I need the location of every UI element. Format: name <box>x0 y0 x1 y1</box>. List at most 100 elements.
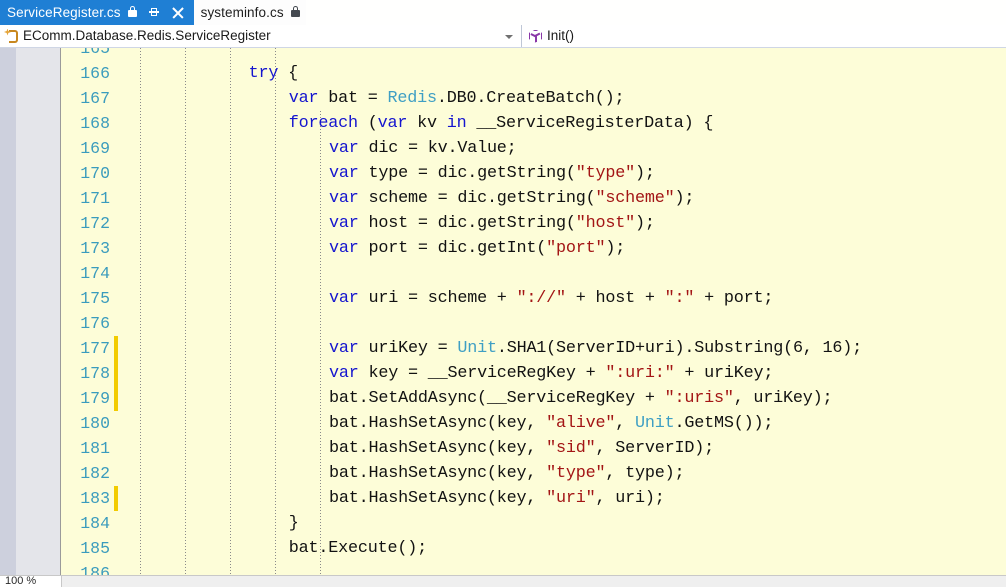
code-token: "uri" <box>546 489 596 508</box>
code-token: "type" <box>546 464 606 483</box>
line-number: 185 <box>80 539 110 558</box>
line-number: 178 <box>80 364 110 383</box>
line-number: 167 <box>80 89 110 108</box>
code-line[interactable]: 169 var dic = kv.Value; <box>0 136 1006 161</box>
code-line[interactable]: 176 <box>0 311 1006 336</box>
code-token: , <box>615 414 635 433</box>
code-line-text: var type = dic.getString("type"); <box>329 161 655 186</box>
change-marker <box>114 336 118 361</box>
code-token: Unit <box>457 339 497 358</box>
code-token: "port" <box>546 239 606 258</box>
code-line[interactable]: 184} <box>0 511 1006 536</box>
code-token: var <box>288 89 319 108</box>
code-line-text: try { <box>249 61 299 86</box>
line-number: 183 <box>80 489 110 508</box>
code-token: Unit <box>635 414 675 433</box>
tab-systeminfo[interactable]: systeminfo.cs <box>193 0 306 25</box>
code-token: var <box>329 339 359 358</box>
code-token: var <box>329 139 359 158</box>
code-token: bat = <box>318 89 388 108</box>
code-line[interactable]: 165 <box>0 48 1006 61</box>
line-number: 168 <box>80 114 110 133</box>
change-marker <box>114 486 118 511</box>
code-token: bat.HashSetAsync(key, <box>329 464 547 483</box>
tab-service-register[interactable]: ServiceRegister.cs <box>0 0 194 25</box>
code-token: uri = scheme + <box>358 289 517 308</box>
code-token: ); <box>674 189 695 208</box>
code-line[interactable]: 174 <box>0 261 1006 286</box>
method-icon <box>528 29 543 44</box>
code-line-text: var key = __ServiceRegKey + ":uri:" + ur… <box>329 361 773 386</box>
code-line[interactable]: 166 try { <box>0 61 1006 86</box>
line-number: 184 <box>80 514 110 533</box>
code-token: in <box>446 114 467 133</box>
code-token: .GetMS()); <box>674 414 774 433</box>
code-line[interactable]: 180 bat.HashSetAsync(key, "alive", Unit.G… <box>0 411 1006 436</box>
code-token: ); <box>635 164 655 183</box>
code-token: var <box>329 189 359 208</box>
code-token: bat.HashSetAsync(key, <box>329 414 547 433</box>
code-line[interactable]: 177 var uriKey = Unit.SHA1(ServerID+uri).… <box>0 336 1006 361</box>
code-line-text: var host = dic.getString("host"); <box>329 211 655 236</box>
line-number: 170 <box>80 164 110 183</box>
zoom-level-label: 100 % <box>5 575 37 587</box>
code-line[interactable]: 168 foreach (var kv in __ServiceRegisterD… <box>0 111 1006 136</box>
code-token: var <box>329 364 359 383</box>
class-selector-dropdown[interactable]: EComm.Database.Redis.ServiceRegister <box>0 25 522 47</box>
pin-icon[interactable] <box>147 6 160 19</box>
code-token: { <box>278 64 298 83</box>
code-line-text: var bat = Redis.DB0.CreateBatch(); <box>289 86 625 111</box>
code-line-text: bat.HashSetAsync(key, "type", type); <box>329 461 685 486</box>
code-line-text: bat.HashSetAsync(key, "alive", Unit.GetM… <box>329 411 773 436</box>
code-line[interactable]: 186 <box>0 561 1006 575</box>
line-number: 181 <box>80 439 110 458</box>
line-number: 173 <box>80 239 110 258</box>
code-token: port = dic.getInt( <box>358 239 547 258</box>
code-token: foreach <box>288 114 358 133</box>
code-line[interactable]: 182 bat.HashSetAsync(key, "type", type); <box>0 461 1006 486</box>
line-number: 186 <box>80 564 110 575</box>
code-line-text: var uriKey = Unit.SHA1(ServerID+uri).Sub… <box>329 336 862 361</box>
code-line[interactable]: 183 bat.HashSetAsync(key, "uri", uri); <box>0 486 1006 511</box>
code-token: var <box>329 239 359 258</box>
change-marker <box>114 361 118 386</box>
code-line-text: var port = dic.getInt("port"); <box>329 236 625 261</box>
code-token: + port; <box>694 289 774 308</box>
code-line[interactable]: 181 bat.HashSetAsync(key, "sid", ServerID… <box>0 436 1006 461</box>
code-line-text: bat.HashSetAsync(key, "sid", ServerID); <box>329 436 714 461</box>
code-token: scheme = dic.getString( <box>358 189 596 208</box>
code-line[interactable]: 185 bat.Execute(); <box>0 536 1006 561</box>
code-token: ( <box>357 114 378 133</box>
tab-label: ServiceRegister.cs <box>7 5 121 20</box>
line-number: 175 <box>80 289 110 308</box>
code-token: ":" <box>664 289 695 308</box>
chevron-down-icon[interactable] <box>505 35 513 39</box>
code-line-text: var scheme = dic.getString("scheme"); <box>329 186 694 211</box>
code-token: var <box>329 214 359 233</box>
code-line[interactable]: 175 var uri = scheme + "://" + host + ":"… <box>0 286 1006 311</box>
code-line-text: } <box>289 511 299 536</box>
line-number: 166 <box>80 64 110 83</box>
line-number: 179 <box>80 389 110 408</box>
code-line[interactable]: 178 var key = __ServiceRegKey + ":uri:" +… <box>0 361 1006 386</box>
method-selector-dropdown[interactable]: Init() <box>522 25 1006 47</box>
code-token: bat.HashSetAsync(key, <box>329 439 547 458</box>
code-line[interactable]: 170 var type = dic.getString("type"); <box>0 161 1006 186</box>
code-line[interactable]: 173 var port = dic.getInt("port"); <box>0 236 1006 261</box>
code-token: .SHA1(ServerID+uri).Substring(6, 16); <box>496 339 863 358</box>
code-line[interactable]: 179 bat.SetAddAsync(__ServiceRegKey + ":u… <box>0 386 1006 411</box>
class-path-label: EComm.Database.Redis.ServiceRegister <box>23 28 271 43</box>
lock-icon <box>290 5 300 20</box>
line-number: 176 <box>80 314 110 333</box>
code-token: bat.Execute(); <box>288 539 427 558</box>
close-icon[interactable] <box>171 6 185 20</box>
code-line[interactable]: 172 var host = dic.getString("host"); <box>0 211 1006 236</box>
code-token: , ServerID); <box>595 439 715 458</box>
code-line[interactable]: 167 var bat = Redis.DB0.CreateBatch(); <box>0 86 1006 111</box>
zoom-level-control[interactable]: 100 % <box>0 575 62 587</box>
line-number: 171 <box>80 189 110 208</box>
code-token: } <box>288 514 299 533</box>
visual-studio-editor-window: ServiceRegister.cs systeminfo.cs EComm.D… <box>0 0 1006 587</box>
code-line[interactable]: 171 var scheme = dic.getString("scheme"); <box>0 186 1006 211</box>
code-editor[interactable]: 165 166 try { 167 var bat = Redis.DB0.Create… <box>0 48 1006 575</box>
